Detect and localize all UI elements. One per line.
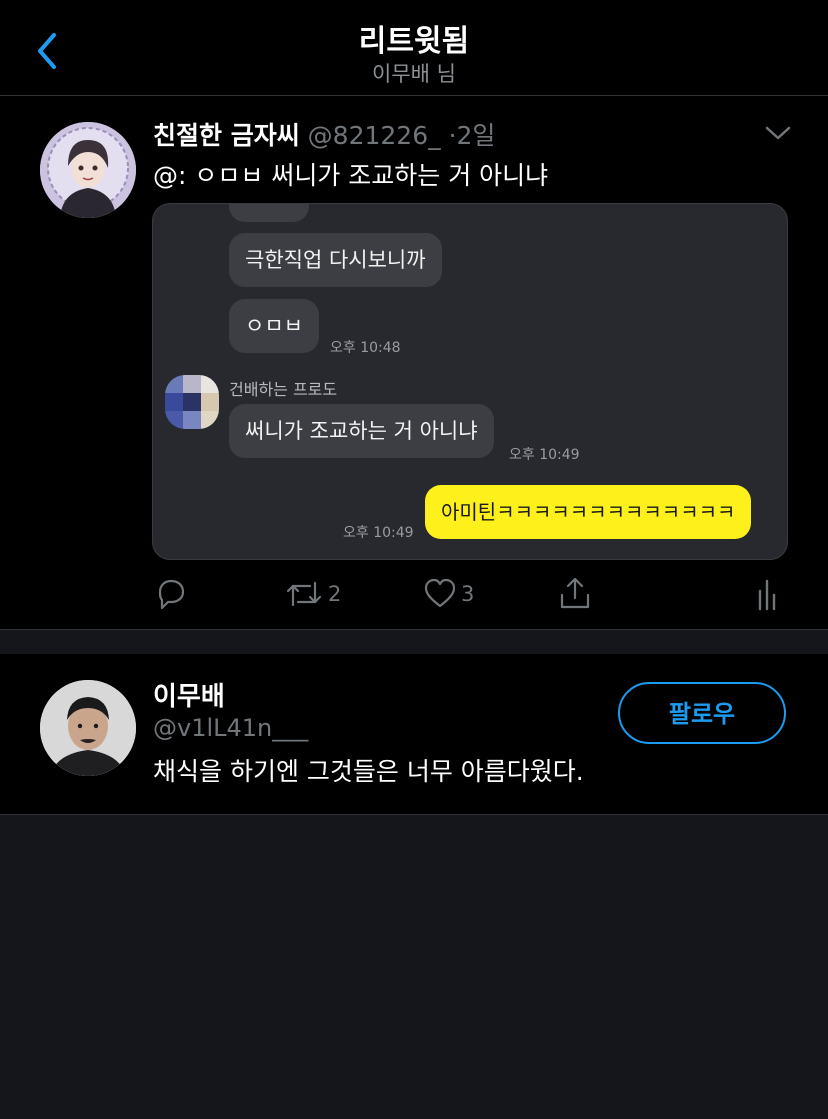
- analytics-button[interactable]: [756, 577, 782, 611]
- chat-timestamp: 오후 10:48: [330, 340, 401, 356]
- retweet-count: 2: [328, 582, 342, 606]
- chat-bubble-self: 아미틴ㅋㅋㅋㅋㅋㅋㅋㅋㅋㅋㅋㅋㅋ: [425, 485, 752, 539]
- chat-bubble: 써니가 조교하는 거 아니냐: [229, 404, 494, 458]
- chat-timestamp: 오후 10:49: [343, 525, 414, 541]
- chat-bubble-cropped: [229, 204, 309, 222]
- user-name[interactable]: 이무배: [153, 676, 225, 713]
- reply-button[interactable]: [154, 577, 188, 611]
- author-name[interactable]: 친절한 금자씨: [153, 121, 300, 150]
- author-handle[interactable]: @821226_: [308, 121, 441, 150]
- separator-dot: ·: [448, 121, 457, 150]
- page-title: 리트윗됨: [358, 24, 470, 59]
- top-nav-bar: 리트윗됨 이무배 님: [0, 0, 828, 96]
- author-avatar[interactable]: [40, 122, 136, 218]
- user-bio: 채식을 하기엔 그것들은 너무 아름다웠다.: [153, 757, 584, 786]
- reply-icon: [158, 579, 185, 610]
- analytics-icon: [758, 579, 776, 611]
- chat-timestamp: 오후 10:49: [509, 447, 580, 463]
- sender-avatar: [165, 375, 219, 429]
- chat-sender-name: 건배하는 프로도: [229, 380, 338, 399]
- like-button[interactable]: 3: [423, 577, 474, 611]
- tweet-media-image[interactable]: 극한직업 다시보니까 ㅇㅁㅂ 오후 10:48 건배하는 프로도 써니가 조교하…: [152, 203, 788, 560]
- like-count: 3: [461, 582, 475, 606]
- share-icon: [560, 577, 590, 609]
- tweet-text: @: ㅇㅁㅂ 써니가 조교하는 거 아니냐: [153, 161, 549, 190]
- retweet-icon: [286, 581, 322, 607]
- share-button[interactable]: [558, 575, 592, 611]
- tweet-time[interactable]: 2일: [457, 121, 496, 150]
- section-divider: [0, 629, 828, 655]
- chat-bubble: 극한직업 다시보니까: [229, 233, 442, 287]
- retweet-button[interactable]: 2: [284, 577, 341, 611]
- chevron-down-icon: [765, 126, 791, 140]
- follow-button[interactable]: 팔로우: [618, 682, 786, 744]
- chat-bubble: ㅇㅁㅂ: [229, 299, 319, 353]
- heart-icon: [424, 578, 456, 608]
- tweet-header: 친절한 금자씨 @821226_ ·2일: [153, 116, 495, 152]
- page-subtitle: 이무배 님: [372, 62, 456, 86]
- tweet-menu-button[interactable]: [764, 122, 792, 144]
- user-handle[interactable]: @v1lL41n___: [153, 714, 308, 742]
- user-avatar[interactable]: [40, 680, 136, 776]
